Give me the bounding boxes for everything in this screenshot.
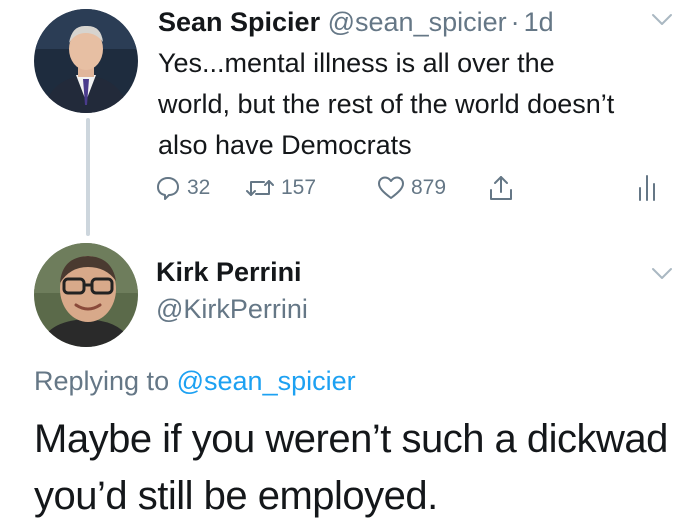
replying-to: Replying to @sean_spicier (34, 364, 356, 398)
heart-icon (378, 176, 404, 199)
reply-button[interactable]: 32 (155, 173, 210, 203)
avatar[interactable] (34, 243, 138, 347)
tweet-time[interactable]: 1d (524, 7, 554, 37)
like-button[interactable]: 879 (377, 173, 446, 203)
replying-prefix: Replying to (34, 366, 170, 396)
author-handle[interactable]: @sean_spicier (328, 7, 507, 37)
like-count: 879 (411, 176, 447, 199)
tweet-actions: 32 157 879 (155, 173, 665, 203)
tweet-text: Yes...mental illness is all over the wor… (158, 48, 615, 160)
thread-connector-line (86, 118, 90, 236)
retweet-icon (246, 180, 274, 196)
analytics-icon (639, 175, 655, 201)
retweet-count: 157 (281, 176, 317, 199)
share-button[interactable] (488, 173, 514, 203)
author-handle[interactable]: @KirkPerrini (156, 292, 308, 326)
separator: · (510, 7, 520, 37)
analytics-button[interactable] (637, 173, 657, 203)
chevron-down-icon[interactable] (650, 12, 674, 28)
share-icon (490, 176, 512, 200)
retweet-button[interactable]: 157 (245, 173, 316, 203)
reply-count: 32 (187, 176, 211, 199)
tweet-text: Maybe if you weren’t such a dickwad you’… (34, 417, 668, 518)
author-name[interactable]: Kirk Perrini (156, 255, 302, 289)
tweet-header: Sean Spicier @sean_spicier · 1d (158, 5, 554, 39)
chevron-down-icon[interactable] (650, 266, 674, 282)
mention-link[interactable]: @sean_spicier (177, 366, 356, 396)
reply-icon (157, 177, 179, 200)
author-name[interactable]: Sean Spicier (158, 7, 320, 37)
avatar[interactable] (34, 9, 138, 113)
